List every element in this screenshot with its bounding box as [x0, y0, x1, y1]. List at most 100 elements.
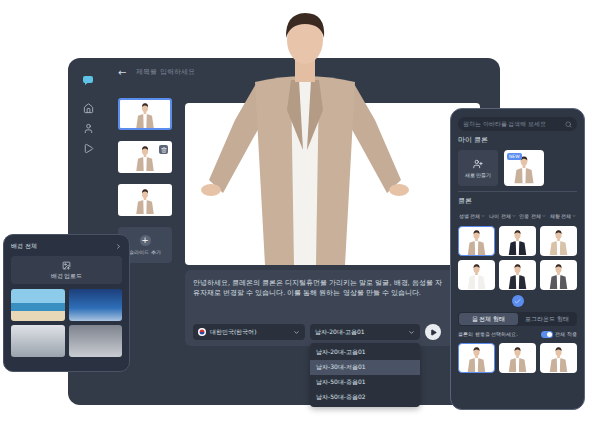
apply-all-label: 전체 적용 — [555, 331, 577, 338]
voice-dropdown: 남자-20대-고음01남자-30대-저음01남자-50대-중음01남자-50대-… — [310, 343, 420, 407]
apply-all-toggle[interactable] — [541, 331, 553, 338]
script-text[interactable]: 안녕하세요, 클레온의 클론은 디지털휴먼을 가리키는 말로 얼굴, 배경, 음… — [193, 278, 446, 299]
user-plus-icon — [473, 159, 483, 169]
my-clone-card[interactable]: NEW — [504, 150, 544, 186]
background-thumb[interactable] — [69, 325, 123, 357]
chevron-down-icon — [481, 214, 485, 218]
apply-button[interactable] — [512, 295, 524, 307]
divider — [458, 191, 577, 192]
chevron-down-icon — [408, 329, 415, 336]
clone-image — [500, 261, 535, 289]
voice-value: 남자-20대-고음01 — [315, 328, 404, 337]
language-value: 대한민국(한국어) — [210, 328, 289, 337]
clone-card[interactable] — [458, 260, 495, 290]
action-image — [459, 344, 494, 372]
action-card[interactable] — [499, 343, 536, 373]
action-image — [500, 344, 535, 372]
presenter-photo — [195, 0, 415, 265]
plus-icon: + — [140, 235, 151, 246]
voice-option[interactable]: 남자-50대-중음02 — [310, 390, 420, 405]
voice-option[interactable]: 남자-20대-고음01 — [310, 345, 420, 360]
clone-card[interactable] — [540, 260, 577, 290]
background-upload-label: 배경 업로드 — [51, 273, 83, 280]
action-image — [541, 344, 576, 372]
clone-image — [541, 227, 576, 255]
clone-card[interactable] — [499, 260, 536, 290]
apply-all: 전체 적용 — [541, 331, 577, 338]
chevron-down-icon — [512, 214, 516, 218]
background-thumb[interactable] — [11, 289, 65, 321]
shape-tab[interactable]: 몸 전체 형태 — [459, 313, 518, 325]
clone-card[interactable] — [499, 226, 536, 256]
action-prompt-row: 클론의 행동을 선택하세요. 전체 적용 — [458, 331, 577, 338]
chevron-right-icon — [115, 243, 122, 250]
clone-image — [541, 261, 576, 289]
filter-select[interactable]: 성별 전체 — [458, 211, 486, 221]
voice-option[interactable]: 남자-50대-중음01 — [310, 375, 420, 390]
search-icon — [565, 121, 572, 128]
filter-select[interactable]: 인종 전체 — [519, 211, 547, 221]
clone-card[interactable] — [540, 226, 577, 256]
background-thumb[interactable] — [11, 325, 65, 357]
search-placeholder: 원하는 아바타를 검색해 보세요 — [463, 121, 562, 128]
filter-select[interactable]: 나이 전체 — [488, 211, 516, 221]
add-slide-label: 슬라이드 추가 — [129, 249, 161, 255]
new-badge: NEW — [507, 153, 522, 160]
person-icon[interactable] — [83, 123, 94, 134]
chevron-down-icon — [542, 214, 546, 218]
background-upload-button[interactable]: 배경 업로드 — [11, 256, 122, 284]
video-icon[interactable] — [83, 143, 94, 154]
logo-icon — [82, 74, 94, 86]
filter-label: 나이 전체 — [489, 213, 511, 219]
clone-image — [500, 227, 535, 255]
chevron-down-icon — [572, 214, 576, 218]
background-grid — [11, 289, 122, 357]
my-clone-heading: 마이 클론 — [458, 136, 577, 145]
trash-icon — [161, 147, 167, 153]
clone-heading: 클론 — [458, 197, 577, 206]
marketing-stage: ← 제목을 입력하세요 + 슬라이드 추가안녕하세요, 클레온의 클론은 디지털휴먼을… — [0, 0, 600, 427]
upload-icon — [62, 261, 71, 270]
filter-label: 체형 전체 — [550, 213, 572, 219]
my-clone-row: 새로 만들기 NEW — [458, 150, 577, 186]
voice-controls: 대한민국(한국어) 남자-20대-고음01남자-20대-고음01남자-30대-저음… — [193, 324, 446, 340]
shape-tab[interactable]: 포그라운드 형태 — [518, 313, 577, 325]
flag-icon — [198, 328, 206, 336]
filter-row: 성별 전체 나이 전체 인종 전체 체형 전체 — [458, 211, 577, 221]
language-select[interactable]: 대한민국(한국어) — [193, 324, 305, 340]
title-input[interactable]: 제목을 입력하세요 — [136, 67, 194, 77]
home-icon[interactable] — [83, 103, 94, 114]
voice-select[interactable]: 남자-20대-고음01남자-20대-고음01남자-30대-저음01남자-50대-… — [310, 324, 420, 340]
delete-slide-button[interactable] — [159, 145, 168, 154]
slide-presenter-image — [120, 100, 170, 128]
background-panel: 배경 전체배경 업로드 — [3, 234, 130, 372]
play-icon — [430, 329, 437, 336]
clone-grid — [458, 226, 577, 290]
clone-image — [459, 227, 494, 255]
action-card[interactable] — [540, 343, 577, 373]
action-card[interactable] — [458, 343, 495, 373]
filter-label: 성별 전체 — [459, 213, 481, 219]
background-panel-header[interactable]: 배경 전체 — [11, 242, 122, 251]
clone-image — [459, 261, 494, 289]
slide-thumb[interactable] — [118, 141, 172, 173]
clone-card[interactable] — [458, 226, 495, 256]
new-clone-label: 새로 만들기 — [465, 172, 492, 178]
chevron-down-icon — [293, 329, 300, 336]
slide-thumb[interactable] — [118, 98, 172, 130]
toggle-knob — [547, 332, 552, 337]
filter-label: 인종 전체 — [519, 213, 541, 219]
script-box: 안녕하세요, 클레온의 클론은 디지털휴먼을 가리키는 말로 얼굴, 배경, 음… — [185, 270, 480, 346]
background-thumb[interactable] — [69, 289, 123, 321]
new-clone-button[interactable]: 새로 만들기 — [458, 150, 498, 186]
background-panel-title: 배경 전체 — [11, 242, 37, 251]
back-button[interactable]: ← — [118, 67, 126, 78]
slide-thumb[interactable] — [118, 184, 172, 216]
play-button[interactable] — [425, 324, 441, 340]
avatar-search[interactable]: 원하는 아바타를 검색해 보세요 — [458, 117, 577, 131]
shape-tabs: 몸 전체 형태포그라운드 형태 — [458, 312, 577, 326]
filter-select[interactable]: 체형 전체 — [549, 211, 577, 221]
clone-panel: 원하는 아바타를 검색해 보세요마이 클론새로 만들기 NEW 클론성별 전체 나이 … — [450, 108, 585, 410]
action-prompt: 클론의 행동을 선택하세요. — [458, 331, 518, 338]
voice-option[interactable]: 남자-30대-저음01 — [310, 360, 420, 375]
